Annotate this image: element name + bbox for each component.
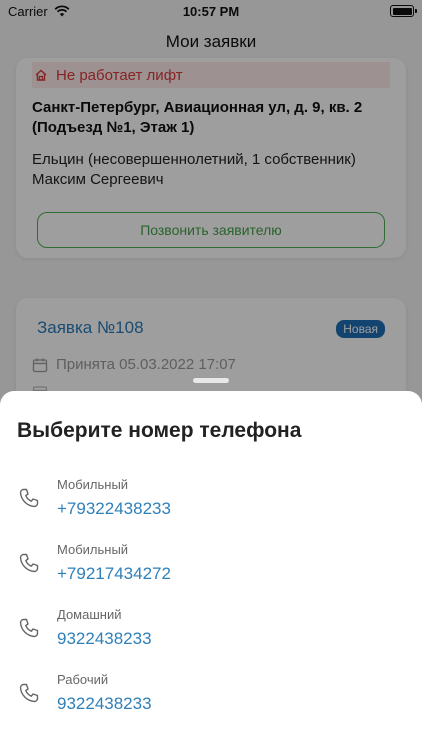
phone-type: Мобильный xyxy=(57,542,129,557)
sheet-title: Выберите номер телефона xyxy=(17,419,302,442)
phone-type: Домашний xyxy=(57,607,122,622)
phone-option[interactable]: Домашний 9322438233 xyxy=(0,591,422,653)
phone-picker-sheet: Выберите номер телефона Мобильный +79322… xyxy=(0,391,422,750)
phone-number[interactable]: 9322438233 xyxy=(57,629,152,649)
phone-type: Рабочий xyxy=(57,672,109,687)
phone-number[interactable]: +79217434272 xyxy=(57,564,171,584)
sheet-drag-handle[interactable] xyxy=(193,378,229,383)
phone-icon xyxy=(19,553,39,573)
phone-option[interactable]: Рабочий 9322438233 xyxy=(0,656,422,718)
phone-icon xyxy=(19,618,39,638)
phone-option[interactable]: Мобильный +79217434272 xyxy=(0,526,422,588)
phone-number[interactable]: 9322438233 xyxy=(57,694,152,714)
phone-number[interactable]: +79322438233 xyxy=(57,499,171,519)
phone-type: Мобильный xyxy=(57,477,129,492)
phone-icon xyxy=(19,683,39,703)
phone-option[interactable]: Мобильный +79322438233 xyxy=(0,461,422,523)
phone-icon xyxy=(19,488,39,508)
